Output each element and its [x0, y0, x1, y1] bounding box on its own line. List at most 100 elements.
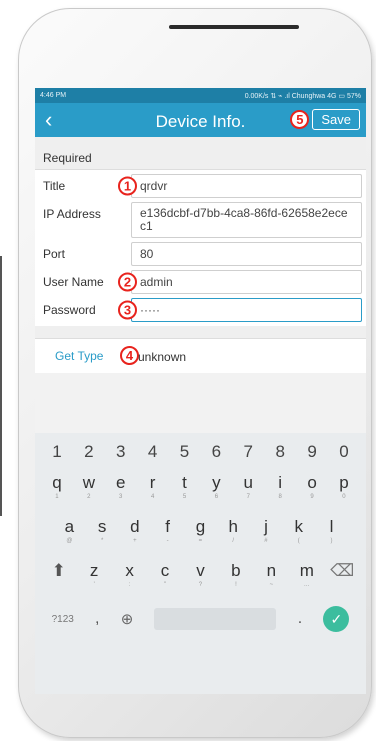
key-label: o [307, 473, 317, 492]
key-9[interactable]: 9 [298, 442, 326, 462]
key-0[interactable]: 0 [330, 442, 358, 462]
key-d[interactable]: d + [121, 511, 149, 555]
key-sub: " [163, 582, 167, 588]
key-label: t [182, 473, 187, 492]
key-l[interactable]: l) [318, 511, 346, 555]
key-m[interactable]: m… [293, 555, 321, 599]
key-sub: 4 [150, 494, 155, 500]
key-sub: - [166, 538, 169, 544]
key-sub: : [128, 582, 131, 588]
get-type-row: Get Type 4 unknown [35, 338, 366, 373]
key-sub: ( [297, 538, 300, 544]
port-field[interactable]: 80 [131, 242, 362, 266]
key-c[interactable]: c " [151, 555, 179, 599]
key-e[interactable]: e3 [107, 467, 135, 511]
side-divider [0, 256, 2, 516]
key-1[interactable]: 1 [43, 442, 71, 462]
key-label: k [294, 517, 303, 536]
key-w[interactable]: w2 [75, 467, 103, 511]
status-bar: 4:46 PM 0.00K/s ⇅ ⌁ .ıl Chunghwa 4G ▭ 57… [35, 88, 366, 103]
title-row: Title 1 qrdvr [35, 172, 366, 200]
key-s[interactable]: s * [88, 511, 116, 555]
key-t[interactable]: t5 [171, 467, 199, 511]
key-label: q [52, 473, 62, 492]
key-sub: @ [66, 538, 73, 544]
phone-screen: 4:46 PM 0.00K/s ⇅ ⌁ .ıl Chunghwa 4G ▭ 57… [35, 88, 366, 694]
key-label: i [278, 473, 283, 492]
port-row: Port 80 [35, 240, 366, 268]
app-bar: ‹ Device Info. 5 Save [35, 103, 366, 137]
password-row: Password 3 ····· [35, 296, 366, 324]
key-n[interactable]: n ~ [257, 555, 285, 599]
space-bar[interactable] [154, 608, 277, 630]
key-x[interactable]: x: [116, 555, 144, 599]
key-7[interactable]: 7 [234, 442, 262, 462]
key-label: v [196, 561, 205, 580]
letter-row-2: a @ s * d + f- g = h / j # k( l) [35, 511, 366, 555]
save-button[interactable]: Save [312, 109, 360, 130]
key-label: x [125, 561, 134, 580]
key-label: g [195, 517, 206, 536]
key-6[interactable]: 6 [202, 442, 230, 462]
callout-badge-2: 2 [118, 272, 137, 292]
key-j[interactable]: j # [252, 511, 280, 555]
key-z[interactable]: z ' [80, 555, 108, 599]
key-sub: 7 [246, 494, 250, 500]
status-indicators: 0.00K/s ⇅ ⌁ .ıl Chunghwa 4G ▭ 57% [244, 92, 361, 100]
save-group: 5 Save [290, 109, 360, 130]
password-field[interactable]: ····· [131, 298, 362, 322]
key-a[interactable]: a @ [55, 511, 83, 555]
key-label: m [299, 561, 314, 580]
key-y[interactable]: y6 [202, 467, 230, 511]
title-field[interactable]: qrdvr [131, 174, 362, 198]
ip-field[interactable]: e136dcbf-d7bb-4ca8-86fd-62658e2ecec1 [131, 202, 362, 238]
key-q[interactable]: q1 [43, 467, 71, 511]
key-f[interactable]: f- [154, 511, 182, 555]
key-sub: ? [198, 582, 203, 588]
port-label: Port [43, 247, 66, 261]
period-key[interactable]: . [298, 610, 302, 628]
key-b[interactable]: b! [222, 555, 250, 599]
key-label: w [82, 473, 95, 492]
key-5[interactable]: 5 [171, 442, 199, 462]
ip-row: IP Address e136dcbf-d7bb-4ca8-86fd-62658… [35, 200, 366, 240]
device-type-value: unknown [138, 350, 187, 364]
key-label: r [149, 473, 156, 492]
enter-check-icon[interactable]: ✓ [323, 606, 350, 632]
key-k[interactable]: k( [285, 511, 313, 555]
key-i[interactable]: i8 [266, 467, 294, 511]
key-label: f [165, 517, 171, 536]
key-o[interactable]: o9 [298, 467, 326, 511]
speaker-grille [169, 25, 299, 29]
key-label: z [89, 561, 99, 580]
globe-icon[interactable]: ⊕ [121, 610, 134, 628]
key-label: y [212, 473, 221, 492]
key-u[interactable]: u7 [234, 467, 262, 511]
keyboard-bottom-row: ?123 , ⊕ . ✓ [35, 599, 366, 639]
comma-key[interactable]: , [95, 610, 99, 628]
key-sub: 1 [55, 494, 59, 500]
key-h[interactable]: h / [219, 511, 247, 555]
backspace-icon[interactable]: ⌫ [328, 555, 356, 599]
key-sub: / [232, 538, 235, 544]
key-3[interactable]: 3 [107, 442, 135, 462]
letter-row-3: ⬆ z ' x: c " v? b! n ~ m… ⌫ [35, 555, 366, 599]
symbols-key[interactable]: ?123 [52, 614, 74, 625]
key-g[interactable]: g = [186, 511, 214, 555]
key-label: j [264, 517, 268, 536]
number-row: 1 2 3 4 5 6 7 8 9 0 [35, 437, 366, 467]
key-8[interactable]: 8 [266, 442, 294, 462]
username-field[interactable]: admin [131, 270, 362, 294]
key-v[interactable]: v? [186, 555, 214, 599]
key-sub: 0 [342, 494, 346, 500]
key-4[interactable]: 4 [139, 442, 167, 462]
get-type-link[interactable]: Get Type [55, 349, 103, 363]
key-label: b [231, 561, 241, 580]
key-p[interactable]: p0 [330, 467, 358, 511]
key-sub: # [264, 538, 268, 544]
key-sub: 6 [214, 494, 219, 500]
callout-badge-1: 1 [118, 176, 137, 196]
key-2[interactable]: 2 [75, 442, 103, 462]
key-r[interactable]: r4 [139, 467, 167, 511]
shift-key-icon[interactable]: ⬆ [45, 555, 73, 599]
